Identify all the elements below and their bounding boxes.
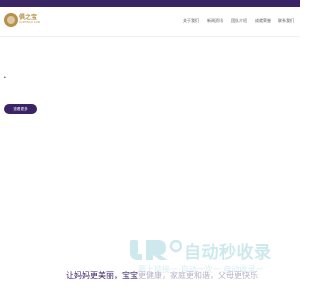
hero-bullet: • <box>4 75 6 81</box>
nav-item-contact[interactable]: 联系我们 <box>278 18 294 26</box>
view-more-button[interactable]: 查看更多 <box>4 104 37 114</box>
watermark-title: 自动秒收录 <box>184 243 272 262</box>
site-logo[interactable]: 俱之宝 JUZHIBAO.COM <box>4 11 40 31</box>
top-accent-bar <box>0 0 300 7</box>
watermark: 自动秒收录 两上链接一·自动一次一·自动收录一 <box>128 234 288 274</box>
jr-logo-icon <box>130 239 182 260</box>
site-header: 俱之宝 JUZHIBAO.COM 关于我们 新闻资讯 团队介绍 成就荣誉 联系我… <box>0 7 300 37</box>
nav-item-news[interactable]: 新闻资讯 <box>207 18 223 26</box>
logo-subtitle: JUZHIBAO.COM <box>19 21 41 24</box>
nav-item-about[interactable]: 关于我们 <box>183 18 199 26</box>
slogan: 让妈妈更美丽，宝宝更健康，家庭更和谐，父母更快乐 <box>66 270 258 281</box>
slogan-main: 让妈妈更美丽，宝宝 <box>66 271 138 280</box>
nav-item-honors[interactable]: 成就荣誉 <box>255 18 271 26</box>
logo-name: 俱之宝 <box>19 15 38 21</box>
slogan-tail: 更健康，家庭更和谐，父母更快乐 <box>138 271 258 280</box>
nav-item-team[interactable]: 团队介绍 <box>231 18 247 26</box>
brand-logo-icon <box>4 13 18 27</box>
